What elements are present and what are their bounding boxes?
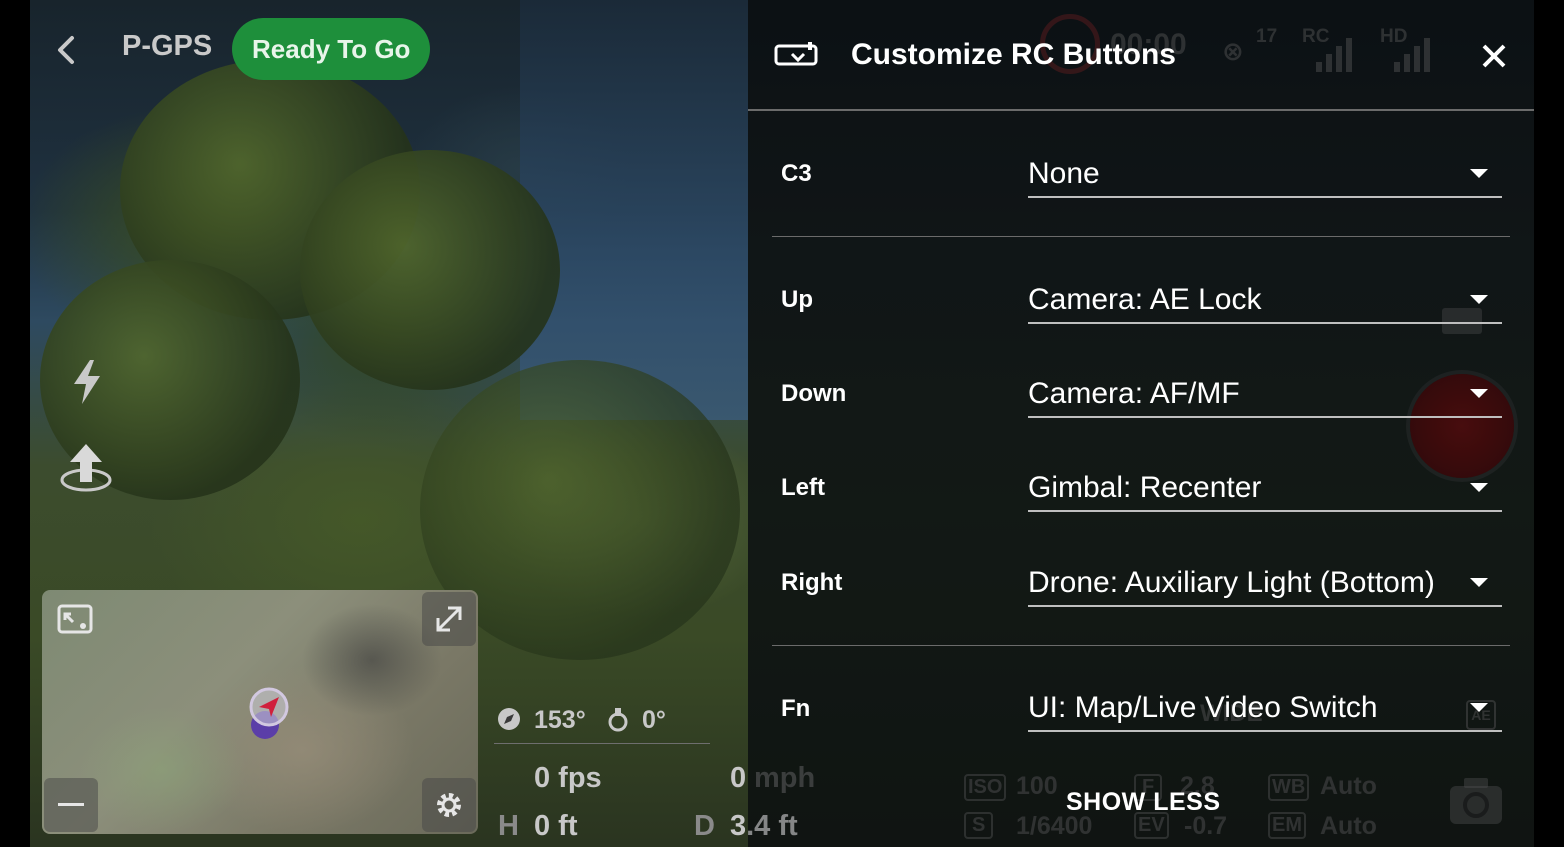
dropdown-caret-icon <box>1470 295 1488 304</box>
fps-value: 0 fps <box>534 762 602 794</box>
sky-area <box>520 0 760 420</box>
status-badge[interactable]: Ready To Go <box>232 18 431 80</box>
map-zoom-out-button[interactable] <box>44 778 98 832</box>
close-icon[interactable] <box>1474 36 1514 76</box>
distance-label: D <box>694 810 715 842</box>
flight-mode-label: P-GPS <box>122 30 213 62</box>
takeoff-icon[interactable] <box>58 440 114 496</box>
height-label: H <box>498 810 519 842</box>
map-expand-button[interactable] <box>422 592 476 646</box>
button-label-left: Left <box>781 474 825 501</box>
screen-border-left <box>0 0 30 847</box>
speed-value: 0 <box>730 762 747 794</box>
back-arrow-icon[interactable] <box>52 30 84 70</box>
aircraft-location-icon <box>249 687 289 739</box>
dropdown-left[interactable]: Gimbal: Recenter <box>1028 466 1502 512</box>
switch-view-icon <box>57 604 93 634</box>
dropdown-value: Drone: Auxiliary Light (Bottom) <box>1028 566 1435 599</box>
dropdown-value: UI: Map/Live Video Switch <box>1028 691 1378 724</box>
map-settings-button[interactable] <box>422 778 476 832</box>
compass-icon <box>498 708 520 730</box>
map-switch-button[interactable] <box>48 592 102 646</box>
dropdown-value: Camera: AE Lock <box>1028 283 1262 316</box>
button-label-right: Right <box>781 569 843 596</box>
section-divider <box>772 236 1510 237</box>
expand-icon <box>436 606 462 632</box>
dropdown-caret-icon <box>1470 389 1488 398</box>
foliage <box>300 150 560 390</box>
drone-camera-screen: 00:00 ⊗ 17 RC HD WIDE AE ISO 100 F 2.8 W… <box>0 0 1564 847</box>
heading-value: 153° <box>534 706 586 734</box>
telemetry-divider <box>494 743 710 744</box>
dropdown-caret-icon <box>1470 169 1488 178</box>
panel-header-divider <box>748 109 1534 111</box>
gimbal-value: 0° <box>642 706 666 734</box>
button-label-c3: C3 <box>781 160 812 187</box>
screen-border-right <box>1534 0 1564 847</box>
dropdown-fn[interactable]: UI: Map/Live Video Switch <box>1028 686 1502 732</box>
dropdown-up[interactable]: Camera: AE Lock <box>1028 278 1502 324</box>
dropdown-c3[interactable]: None <box>1028 152 1502 198</box>
button-label-down: Down <box>781 380 847 407</box>
dropdown-caret-icon <box>1470 483 1488 492</box>
remote-controller-icon <box>774 42 818 66</box>
dropdown-value: Camera: AF/MF <box>1028 377 1240 410</box>
button-label-fn: Fn <box>781 695 811 722</box>
panel-title: Customize RC Buttons <box>851 38 1176 71</box>
gear-icon <box>437 793 461 817</box>
show-less-button[interactable]: SHOW LESS <box>1066 788 1221 817</box>
dropdown-caret-icon <box>1470 703 1488 712</box>
dropdown-value: Gimbal: Recenter <box>1028 471 1262 504</box>
dropdown-down[interactable]: Camera: AF/MF <box>1028 372 1502 418</box>
section-divider <box>772 645 1510 646</box>
minus-icon <box>58 803 84 806</box>
mini-map[interactable] <box>42 590 478 834</box>
dropdown-value: None <box>1028 157 1100 190</box>
dropdown-right[interactable]: Drone: Auxiliary Light (Bottom) <box>1028 561 1502 607</box>
height-value: 0 ft <box>534 810 578 842</box>
lightning-icon[interactable] <box>70 358 104 406</box>
gimbal-icon <box>608 708 628 732</box>
button-label-up: Up <box>781 286 813 313</box>
dropdown-caret-icon <box>1470 578 1488 587</box>
